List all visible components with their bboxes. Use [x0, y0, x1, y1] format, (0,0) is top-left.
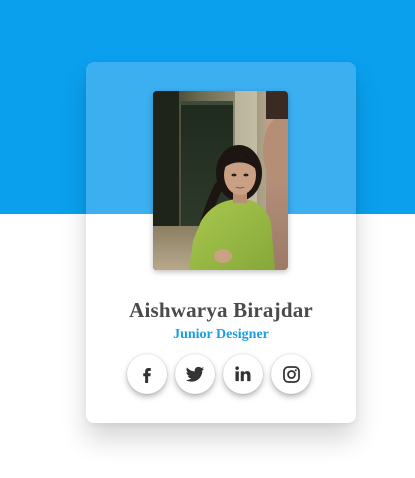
twitter-icon: [185, 364, 205, 384]
page: Aishwarya Birajdar Junior Designer: [0, 0, 415, 478]
linkedin-button[interactable]: [223, 354, 263, 394]
twitter-button[interactable]: [175, 354, 215, 394]
profile-photo: [153, 91, 288, 270]
linkedin-icon: [234, 365, 252, 383]
instagram-icon: [282, 365, 301, 384]
profile-role: Junior Designer: [173, 327, 269, 342]
facebook-icon: [138, 365, 156, 383]
instagram-button[interactable]: [271, 354, 311, 394]
profile-name: Aishwarya Birajdar: [129, 298, 313, 322]
facebook-button[interactable]: [127, 354, 167, 394]
profile-card: Aishwarya Birajdar Junior Designer: [86, 62, 356, 423]
social-links: [127, 354, 315, 396]
